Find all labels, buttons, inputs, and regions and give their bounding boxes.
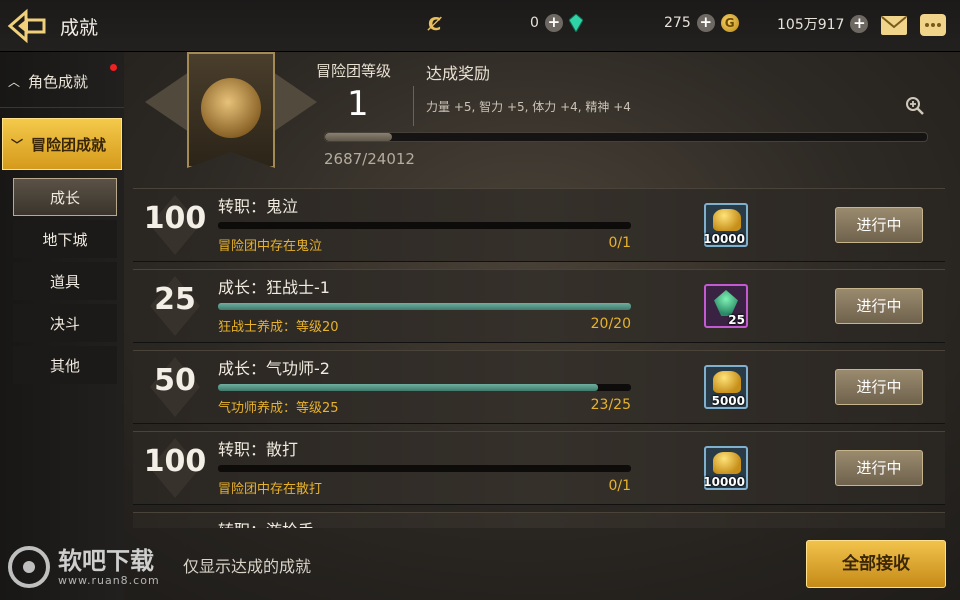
back-button[interactable] xyxy=(4,6,52,46)
achievement-count: 20/20 xyxy=(590,316,631,332)
sidebar-item-growth[interactable]: 成长 xyxy=(13,178,117,216)
achievement-points: 50 xyxy=(154,363,196,398)
decoration xyxy=(145,72,189,132)
achievement-list[interactable]: 100 转职：鬼泣 冒险团中存在鬼泣 0/1 10000 进行中 25 成长：狂… xyxy=(133,188,945,528)
status-button[interactable]: 进行中 xyxy=(835,369,923,405)
add-gold-button[interactable]: + xyxy=(850,15,869,33)
achievement-title: 转职：游枪手 xyxy=(218,517,314,528)
achievement-progress-bar xyxy=(218,384,631,391)
achievement-progress-bar xyxy=(218,222,631,229)
achievement-title: 转职：散打 xyxy=(218,440,299,459)
team-level-banner: 冒险团等级 1 达成奖励 力量 +5, 智力 +5, 体力 +4, 精神 +4 … xyxy=(143,52,960,177)
status-button[interactable]: 进行中 xyxy=(835,288,923,324)
coin-icon: G xyxy=(720,14,739,32)
level-value: 1 xyxy=(347,84,369,124)
status-button[interactable]: 进行中 xyxy=(835,207,923,243)
zoom-in-icon[interactable] xyxy=(905,96,925,116)
achievement-progress-fill xyxy=(218,384,598,391)
reward-quantity: 5000 xyxy=(711,394,745,408)
sidebar-item-dungeon[interactable]: 地下城 xyxy=(13,220,117,258)
lion-face xyxy=(201,78,261,138)
add-gem-button[interactable]: + xyxy=(544,14,563,32)
achievement-count: 23/25 xyxy=(590,397,631,413)
divider xyxy=(413,86,414,126)
achievement-count: 0/1 xyxy=(608,478,631,494)
decoration xyxy=(273,72,317,132)
watermark-name: 软吧下载 xyxy=(58,546,154,575)
reward-text: 力量 +5, 智力 +5, 体力 +4, 精神 +4 xyxy=(426,100,631,114)
watermark-url: www.ruan8.com xyxy=(58,573,160,587)
achievement-progress-fill xyxy=(218,303,631,310)
achievement-title: 转职：鬼泣 xyxy=(218,197,299,216)
claim-all-button[interactable]: 全部接收 xyxy=(806,540,946,588)
gold-coins-icon xyxy=(713,452,741,474)
chevron-up-icon: ︿ xyxy=(8,75,21,89)
chat-icon[interactable] xyxy=(920,14,946,36)
sidebar-subitems: 成长 地下城 道具 决斗 其他 xyxy=(13,178,117,388)
sidebar-category-label: 角色成就 xyxy=(28,73,89,91)
exp-progress-fill xyxy=(325,133,393,141)
back-arrow-icon xyxy=(7,8,46,44)
chevron-down-icon: ﹀ xyxy=(11,137,24,152)
exp-text: 2687/24012 xyxy=(324,150,415,168)
achievement-condition: 冒险团中存在散打 xyxy=(218,482,323,497)
gold-coins-icon xyxy=(713,209,741,231)
gold-count: 105万917 xyxy=(777,17,845,33)
gem-resource: 0 + xyxy=(530,14,583,32)
sidebar-category-label: 冒险团成就 xyxy=(31,135,107,154)
sidebar: ︿ 角色成就 ﹀ 冒险团成就 成长 地下城 道具 决斗 其他 xyxy=(0,52,124,600)
watermark: 软吧下载 www.ruan8.com xyxy=(8,546,160,588)
achievement-title: 成长：狂战士-1 xyxy=(218,278,330,297)
reward-item[interactable]: 10000 xyxy=(703,446,748,490)
add-coin-button[interactable]: + xyxy=(696,14,715,32)
sidebar-category-character[interactable]: ︿ 角色成就 xyxy=(0,56,124,108)
achievement-title: 成长：气功师-2 xyxy=(218,359,330,378)
gem-count: 0 xyxy=(530,15,539,31)
sidebar-item-items[interactable]: 道具 xyxy=(13,262,117,300)
achievement-condition: 冒险团中存在鬼泣 xyxy=(218,239,323,254)
achievement-progress-bar xyxy=(218,465,631,472)
gold-coins-icon xyxy=(713,371,741,393)
sidebar-item-other[interactable]: 其他 xyxy=(13,346,117,384)
achievement-count: 0/1 xyxy=(608,235,631,251)
sidebar-category-adventure-team[interactable]: ﹀ 冒险团成就 xyxy=(2,118,122,170)
mail-icon[interactable] xyxy=(881,16,907,35)
achievement-points: 100 xyxy=(143,201,207,236)
achievement-points: 100 xyxy=(143,444,207,479)
show-completed-filter[interactable]: 仅显示达成的成就 xyxy=(183,553,311,577)
coin-resource: 275 + G xyxy=(664,14,739,32)
reward-quantity: 25 xyxy=(728,313,745,327)
coin-count: 275 xyxy=(664,15,691,31)
achievement-row: 25 成长：狂战士-1 狂战士养成：等级20 20/20 25 进行中 xyxy=(133,269,945,343)
reward-quantity: 10000 xyxy=(703,475,745,489)
achievement-progress-bar xyxy=(218,303,631,310)
watermark-logo-icon xyxy=(8,546,50,588)
reward-item[interactable]: 10000 xyxy=(703,203,748,247)
gem-icon xyxy=(568,14,583,32)
reward-quantity: 10000 xyxy=(703,232,745,246)
gold-resource: 105万917 + xyxy=(777,14,869,34)
currency-c-icon[interactable]: Ȼ xyxy=(428,14,446,36)
top-bar: 成就 Ȼ 0 + 275 + G 105万917 + xyxy=(0,0,960,52)
achievement-row: 100 转职：散打 冒险团中存在散打 0/1 10000 进行中 xyxy=(133,431,945,505)
achievement-row: 100 转职：鬼泣 冒险团中存在鬼泣 0/1 10000 进行中 xyxy=(133,188,945,262)
achievement-condition: 狂战士养成：等级20 xyxy=(218,320,339,335)
status-button[interactable]: 进行中 xyxy=(835,450,923,486)
achievement-row: 50 成长：气功师-2 气功师养成：等级25 23/25 5000 进行中 xyxy=(133,350,945,424)
reward-item[interactable]: 25 xyxy=(704,284,748,328)
sidebar-item-duel[interactable]: 决斗 xyxy=(13,304,117,342)
achievement-condition: 气功师养成：等级25 xyxy=(218,401,339,416)
exp-progress-bar xyxy=(324,132,928,142)
reward-item[interactable]: 5000 xyxy=(704,365,748,409)
lion-emblem-icon xyxy=(187,52,275,168)
level-label: 冒险团等级 xyxy=(316,62,392,80)
page-title: 成就 xyxy=(60,17,99,39)
achievement-points: 25 xyxy=(154,282,196,317)
achievement-row: 转职：游枪手 xyxy=(133,512,945,528)
reward-label: 达成奖励 xyxy=(426,64,491,83)
notification-dot xyxy=(110,64,117,71)
